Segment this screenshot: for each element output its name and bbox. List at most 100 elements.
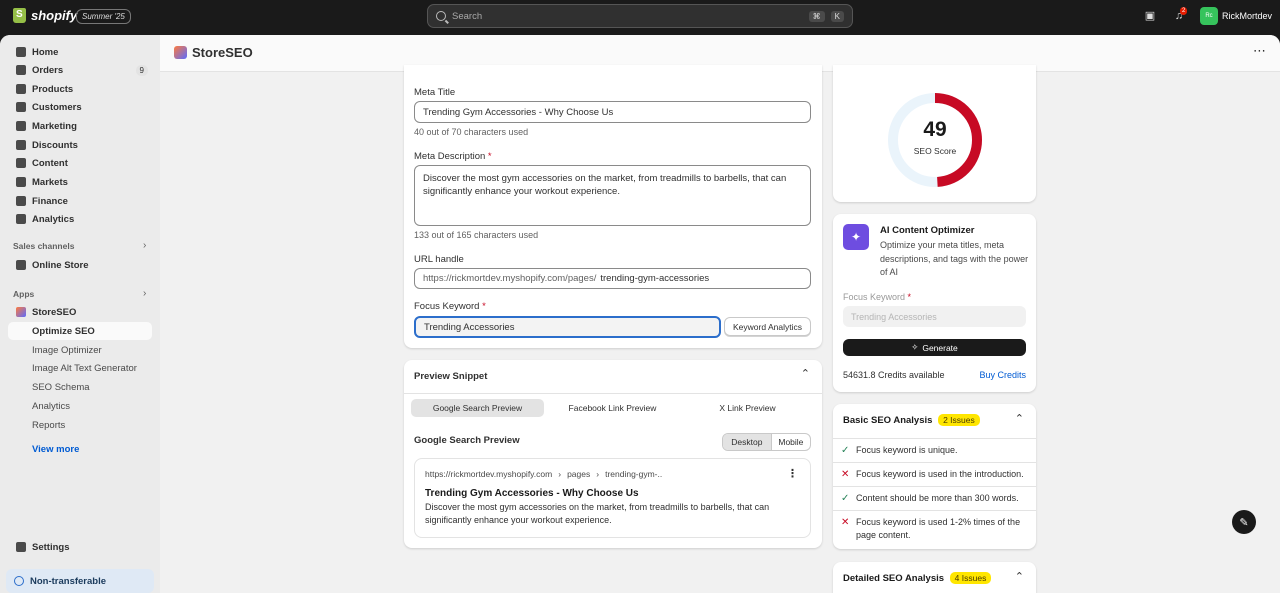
seo-score-card: 49 SEO Score: [833, 65, 1036, 202]
store-icon[interactable]: ▣: [1144, 10, 1156, 22]
sales-channels-heading[interactable]: Sales channels: [13, 241, 74, 251]
check-icon: ✓: [841, 493, 850, 504]
sidebar-item-content[interactable]: Content: [8, 154, 152, 172]
analysis-item: Content should be more than 300 words.: [856, 493, 1019, 503]
edition-badge[interactable]: Summer '25: [76, 9, 131, 24]
sidebar-item-analytics[interactable]: Analytics: [8, 210, 152, 228]
view-more-link[interactable]: View more: [32, 444, 79, 455]
analysis-item: Focus keyword is used 1-2% times of the …: [856, 517, 1021, 540]
sidebar-item-label: Optimize SEO: [32, 325, 95, 337]
non-transferable-banner[interactable]: Non-transferable: [6, 569, 154, 593]
meta-title-field[interactable]: Trending Gym Accessories - Why Choose Us: [414, 101, 811, 123]
sidebar-item-seo-schema[interactable]: SEO Schema: [8, 378, 152, 396]
sidebar-item-finance[interactable]: Finance: [8, 192, 152, 210]
sidebar-item-orders[interactable]: Orders 9: [8, 61, 152, 79]
cross-icon: ✕: [841, 517, 850, 528]
buy-credits-link[interactable]: Buy Credits: [979, 370, 1026, 380]
chevron-right-icon[interactable]: ›: [143, 240, 146, 251]
sidebar-item-storeseo[interactable]: StoreSEO: [8, 303, 152, 321]
sidebar-item-discounts[interactable]: Discounts: [8, 136, 152, 154]
sidebar-item-label: StoreSEO: [32, 306, 77, 318]
more-options-icon[interactable]: ⋯: [1253, 43, 1266, 59]
device-toggle: Desktop Mobile: [722, 433, 811, 451]
basic-seo-heading[interactable]: Basic SEO Analysis 2 Issues: [843, 414, 980, 426]
user-menu[interactable]: Rc RickMortdev: [1200, 7, 1272, 25]
top-bar: shopify Summer '25 ⌘ K ▣ ♫ 2 Rc RickMort…: [0, 0, 1280, 35]
shopify-logo[interactable]: shopify: [13, 8, 77, 23]
meta-description-field[interactable]: Discover the most gym accessories on the…: [414, 165, 811, 226]
meta-title-label: Meta Title: [414, 87, 456, 98]
notification-count: 2: [1180, 7, 1188, 15]
sidebar-item-markets[interactable]: Markets: [8, 173, 152, 191]
sidebar-item-app-analytics[interactable]: Analytics: [8, 397, 152, 415]
divider: [404, 393, 822, 394]
tab-x-link-preview[interactable]: X Link Preview: [681, 399, 814, 417]
meta-description-label: Meta Description *: [414, 151, 492, 162]
shopify-bag-icon: [13, 8, 26, 23]
magic-wand-icon: ✧: [911, 342, 919, 352]
sidebar-item-customers[interactable]: Customers: [8, 98, 152, 116]
sidebar-item-label: SEO Schema: [32, 381, 90, 393]
meta-form-card: Meta Title Trending Gym Accessories - Wh…: [404, 65, 822, 348]
chevron-right-icon: ›: [596, 469, 600, 479]
focus-keyword-input[interactable]: Trending Accessories: [414, 316, 721, 338]
breadcrumb: https://rickmortdev.myshopify.com › page…: [425, 469, 662, 479]
sidebar-item-marketing[interactable]: Marketing: [8, 117, 152, 135]
global-search[interactable]: ⌘ K: [427, 4, 853, 28]
divider: [833, 510, 1036, 511]
app-title: StoreSEO: [192, 45, 253, 60]
bar-chart-icon: [16, 214, 26, 224]
sidebar-item-label: Image Alt Text Generator: [32, 362, 137, 374]
required-mark: *: [482, 301, 486, 312]
required-mark: *: [907, 292, 912, 302]
sidebar-item-label: Settings: [32, 541, 70, 553]
tab-facebook-link-preview[interactable]: Facebook Link Preview: [546, 399, 679, 417]
basic-seo-analysis-card: Basic SEO Analysis 2 Issues ⌃ ✓ Focus ke…: [833, 404, 1036, 549]
chevron-up-icon[interactable]: ⌃: [801, 367, 810, 380]
sidebar-item-label: Home: [32, 46, 59, 58]
focus-keyword-label: Focus Keyword *: [414, 301, 486, 312]
chevron-up-icon[interactable]: ⌃: [1015, 570, 1024, 583]
rocket-help-icon[interactable]: ✎: [1232, 510, 1256, 534]
ai-focus-keyword-input[interactable]: Trending Accessories: [843, 306, 1026, 327]
person-icon: [16, 102, 26, 112]
storeseo-app-icon: [174, 46, 187, 59]
sidebar-item-label: Customers: [32, 101, 82, 113]
sidebar-item-settings[interactable]: Settings: [8, 538, 152, 556]
sidebar-item-label: Reports: [32, 419, 66, 431]
serp-path-2: trending-gym-..: [605, 469, 663, 479]
url-handle-field[interactable]: https://rickmortdev.myshopify.com/pages/…: [414, 268, 811, 289]
sidebar-item-products[interactable]: Products: [8, 80, 152, 98]
sidebar-item-home[interactable]: Home: [8, 43, 152, 61]
divider: [833, 462, 1036, 463]
desktop-toggle[interactable]: Desktop: [723, 434, 772, 450]
generate-button[interactable]: ✧ Generate: [843, 339, 1026, 356]
url-handle-value: trending-gym-accessories: [600, 273, 710, 284]
detailed-seo-heading[interactable]: Detailed SEO Analysis 4 Issues: [843, 572, 992, 584]
focus-keyword-label-text: Focus Keyword: [414, 301, 480, 312]
mobile-toggle[interactable]: Mobile: [772, 434, 810, 450]
user-name: RickMortdev: [1222, 11, 1273, 21]
apps-heading[interactable]: Apps: [13, 289, 34, 299]
chevron-up-icon[interactable]: ⌃: [1015, 412, 1024, 425]
tab-google-search-preview[interactable]: Google Search Preview: [411, 399, 544, 417]
sidebar-item-label: Products: [32, 83, 74, 95]
serp-domain: https://rickmortdev.myshopify.com: [425, 469, 553, 479]
kebab-menu-icon[interactable]: ⋮: [787, 467, 798, 480]
brand-name: shopify: [31, 8, 78, 23]
sidebar-item-optimize-seo[interactable]: Optimize SEO: [8, 322, 152, 340]
sidebar-item-image-optimizer[interactable]: Image Optimizer: [8, 341, 152, 359]
chevron-right-icon[interactable]: ›: [143, 288, 146, 299]
search-input[interactable]: [452, 10, 800, 22]
ai-optimizer-card: ✦ AI Content Optimizer Optimize your met…: [833, 214, 1036, 392]
sidebar-item-alt-text[interactable]: Image Alt Text Generator: [8, 359, 152, 377]
keyword-analytics-button[interactable]: Keyword Analytics: [724, 317, 811, 336]
url-handle-label: URL handle: [414, 254, 464, 265]
preview-snippet-card: Preview Snippet ⌃ Google Search Preview …: [404, 360, 822, 548]
storeseo-app-icon: [16, 307, 26, 317]
credits-available: 54631.8 Credits available: [843, 370, 945, 380]
sidebar-item-reports[interactable]: Reports: [8, 416, 152, 434]
sidebar-item-online-store[interactable]: Online Store: [8, 256, 152, 274]
sidebar-item-label: Analytics: [32, 213, 75, 225]
sparkle-icon: ✦: [843, 224, 869, 250]
